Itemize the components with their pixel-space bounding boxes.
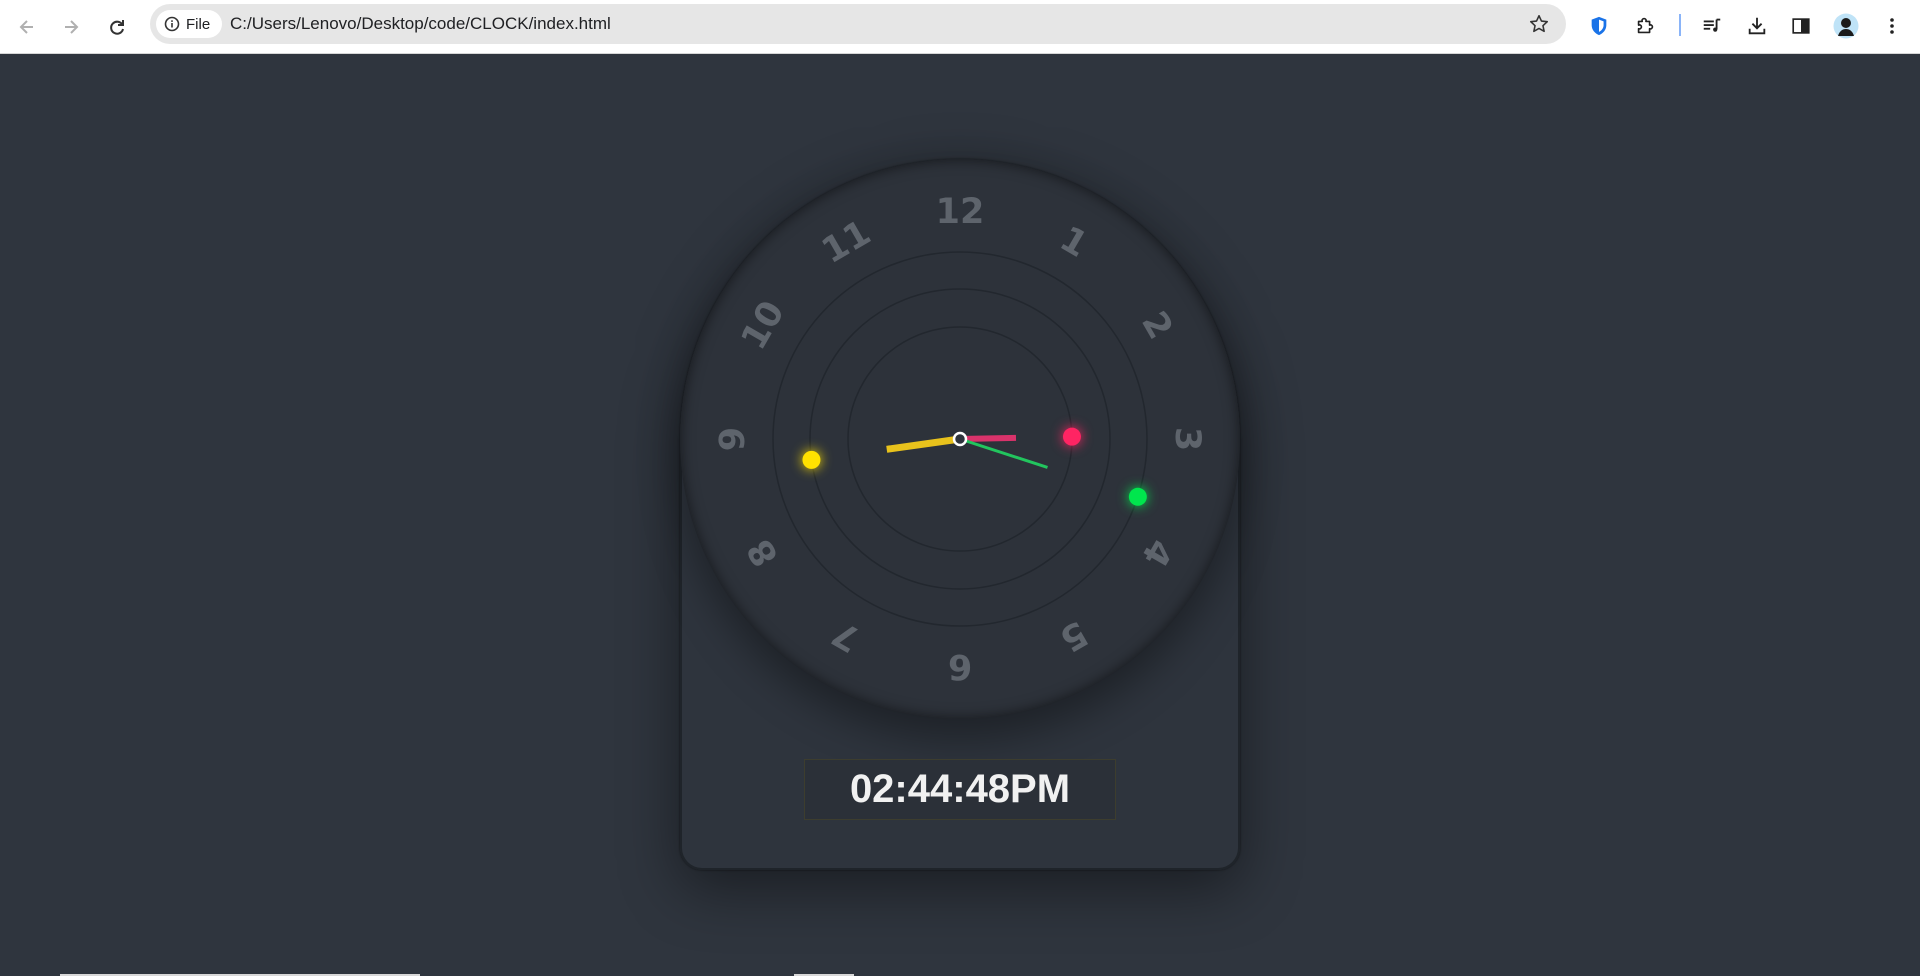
reload-button[interactable] [102,12,132,42]
address-bar[interactable]: File C:/Users/Lenovo/Desktop/code/CLOCK/… [150,4,1566,44]
reload-icon [110,20,124,35]
minute-indicator-dot [1062,427,1081,446]
digital-clock: 02:44:48PM [804,759,1116,820]
puzzle-icon [1637,17,1654,34]
queue-music-icon [1703,18,1721,32]
numeral-2: 2 [1133,305,1180,346]
info-icon [164,16,180,32]
numeral-11: 11 [815,213,877,272]
back-button[interactable] [12,12,42,42]
numeral-5: 5 [1053,612,1094,659]
numeral-7: 7 [826,612,867,659]
download-icon [1748,17,1766,35]
star-icon [1529,14,1549,33]
shield-extension-button[interactable] [1584,11,1614,41]
clock-face: 12 12 3 45 6 78 9 10 11 [713,192,1207,686]
numeral-8: 8 [740,532,787,573]
media-controls-button[interactable] [1697,11,1727,41]
hour-hand [886,435,961,453]
numeral-4: 4 [1133,532,1180,573]
numeral-10: 10 [734,294,793,356]
url-text[interactable]: C:/Users/Lenovo/Desktop/code/CLOCK/index… [230,14,611,34]
side-panel-button[interactable] [1786,11,1816,41]
digital-time: 02:44:48PM [849,767,1071,811]
three-dots-icon [1890,18,1894,34]
second-indicator-dot [1128,487,1147,506]
shield-icon [1591,16,1607,36]
arrow-left-icon [19,20,33,34]
toolbar-separator [1679,14,1681,36]
file-label: File [186,15,211,33]
browser-menu-button[interactable] [1877,11,1907,41]
center-pin [952,431,968,447]
downloads-button[interactable] [1742,11,1772,41]
avatar-icon [1833,13,1859,39]
hour-indicator-dot [802,450,821,469]
numeral-9: 9 [713,427,753,451]
side-panel-icon [1792,18,1810,34]
second-hand [959,437,1048,469]
forward-button[interactable] [56,12,86,42]
bookmark-button[interactable] [1528,13,1550,40]
numeral-3: 3 [1167,427,1207,451]
minute-hand [959,434,1017,442]
numeral-1: 1 [1053,219,1094,266]
arrow-right-icon [65,20,79,34]
browser-toolbar: File C:/Users/Lenovo/Desktop/code/CLOCK/… [0,0,1920,54]
profile-button[interactable] [1831,11,1861,41]
numeral-6: 6 [948,646,972,686]
site-info-chip[interactable]: File [156,10,222,38]
numeral-12: 12 [936,192,985,232]
extensions-button[interactable] [1630,11,1660,41]
